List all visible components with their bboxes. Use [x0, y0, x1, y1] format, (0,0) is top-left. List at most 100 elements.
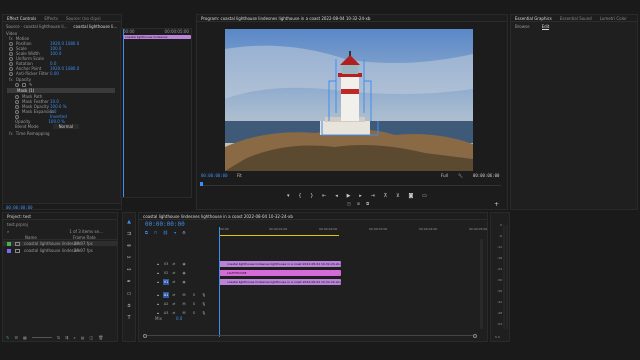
stopwatch-icon[interactable]	[15, 94, 19, 99]
search-icon[interactable]: ⌕	[7, 229, 9, 234]
toggle-output-icon[interactable]: ◉	[181, 279, 187, 285]
track-select-tool-icon[interactable]: ⇉	[127, 231, 131, 237]
add-marker-icon[interactable]: ▾	[287, 193, 290, 199]
extract-icon[interactable]: ⊻	[396, 193, 400, 199]
sync-lock-icon[interactable]: ⇄	[171, 301, 177, 307]
camera-icon[interactable]: ◘	[366, 201, 369, 207]
stopwatch-icon[interactable]	[9, 51, 13, 56]
property-value[interactable]: 0.00	[50, 71, 59, 76]
hand-tool-icon[interactable]: ✋︎	[128, 303, 131, 309]
mask-row[interactable]: Mask (1)	[7, 88, 115, 93]
project-item[interactable]: coastal lighthouse lindesnes 29.97 fps	[3, 248, 117, 253]
work-area-bar[interactable]	[219, 235, 339, 236]
pen-mask-icon[interactable]: ✎	[29, 82, 32, 87]
mini-clip-bar[interactable]: coastal lighthouse lindesnes	[123, 35, 191, 39]
stopwatch-icon[interactable]	[15, 114, 19, 119]
microphone-icon[interactable]: 🎙︎	[201, 292, 207, 298]
track-label[interactable]: V3	[163, 261, 169, 267]
video-clip[interactable]: coastal lighthouse lindesnes lighthouse …	[219, 279, 341, 285]
sync-lock-icon[interactable]: ⇄	[171, 279, 177, 285]
solo-icon[interactable]: S	[191, 292, 197, 298]
pen-tool-icon[interactable]: ✒	[127, 279, 131, 285]
sync-lock-icon[interactable]: ⇄	[171, 270, 177, 276]
add-marker-timeline-icon[interactable]: ▾	[174, 230, 176, 235]
lift-icon[interactable]: ⊼	[384, 193, 388, 199]
stopwatch-icon[interactable]	[9, 66, 13, 71]
tab-project[interactable]: Project: test	[7, 214, 31, 219]
sync-lock-icon[interactable]: ⇄	[171, 261, 177, 267]
effect-controls-timecode[interactable]: 00:00:00:00	[6, 205, 33, 210]
timeline-sequence-tab[interactable]: coastal lighthouse lindesnes lighthouse …	[143, 214, 293, 219]
solo-labels[interactable]: S S	[495, 335, 500, 339]
razor-tool-icon[interactable]: ✂	[127, 255, 131, 261]
step-forward-icon[interactable]: ▸	[359, 193, 362, 199]
timeline-timecode[interactable]: 00:00:00:00	[145, 221, 185, 228]
lock-track-icon[interactable]: 🔒︎	[155, 261, 161, 267]
stopwatch-icon[interactable]	[9, 61, 13, 66]
track-label[interactable]: A2	[163, 301, 169, 307]
video-clip[interactable]: coastal lighthouse lindesnes lighthouse …	[219, 261, 341, 267]
quality-select[interactable]: Full	[441, 173, 448, 178]
wrench-icon[interactable]: 🔧︎	[458, 173, 463, 178]
list-view-icon[interactable]: ☰	[14, 335, 18, 340]
new-item-icon[interactable]: ◫	[89, 335, 93, 340]
pencil-icon[interactable]: ✎	[6, 335, 9, 340]
timeline-playhead[interactable]	[219, 227, 220, 337]
stopwatch-icon[interactable]	[15, 109, 19, 114]
stopwatch-icon[interactable]	[9, 71, 13, 76]
tab-effects[interactable]: Effects	[44, 16, 58, 21]
find-icon[interactable]: ⌕	[73, 335, 75, 340]
vr-video-icon[interactable]: ◳	[347, 201, 351, 207]
lock-track-icon[interactable]: 🔒︎	[155, 279, 161, 285]
fit-select[interactable]: Fit	[237, 173, 242, 178]
lock-track-icon[interactable]: 🔒︎	[155, 292, 161, 298]
microphone-icon[interactable]: 🎙︎	[201, 310, 207, 316]
sort-icon[interactable]: ⇅	[57, 335, 60, 340]
track-label[interactable]: V1	[163, 279, 169, 285]
title-clip[interactable]: LIGHTHOUSE	[219, 270, 341, 276]
mark-out-icon[interactable]: }	[310, 193, 313, 199]
track-label[interactable]: V2	[163, 270, 169, 276]
microphone-icon[interactable]: 🎙︎	[201, 301, 207, 307]
stopwatch-icon[interactable]	[9, 56, 13, 61]
selection-tool-icon[interactable]: ▲	[127, 219, 131, 225]
mix-value[interactable]: 0.0	[176, 316, 182, 321]
safe-margins-icon[interactable]: ⊞	[357, 201, 360, 207]
tab-lumetri-color[interactable]: Lumetri Color	[600, 16, 627, 21]
new-bin-icon[interactable]: ▤	[81, 335, 85, 340]
tab-essential-graphics[interactable]: Essential Graphics	[515, 16, 552, 21]
timeline-scroll[interactable]	[143, 333, 477, 338]
ripple-edit-tool-icon[interactable]: ⇹	[127, 243, 131, 249]
tab-source[interactable]: Source: (no clips)	[66, 16, 101, 21]
program-video-frame[interactable]	[225, 29, 473, 171]
solo-icon[interactable]: S	[191, 310, 197, 316]
toggle-output-icon[interactable]: ◉	[181, 270, 187, 276]
go-to-in-icon[interactable]: ⇤	[322, 193, 326, 199]
time-remap-row[interactable]: fx Time Remapping	[3, 131, 121, 136]
lock-track-icon[interactable]: 🔒︎	[155, 270, 161, 276]
rectangle-tool-icon[interactable]: ▭	[127, 291, 132, 297]
track-label[interactable]: A1	[163, 292, 169, 298]
go-to-out-icon[interactable]: ⇥	[371, 193, 375, 199]
toggle-output-icon[interactable]: ◉	[181, 261, 187, 267]
tab-browse[interactable]: Browse	[515, 24, 530, 29]
stopwatch-icon[interactable]	[9, 41, 13, 46]
play-icon[interactable]: ▶	[347, 193, 351, 199]
snap-icon[interactable]: ⊓	[154, 230, 157, 235]
program-playhead[interactable]	[200, 182, 203, 186]
add-button-icon[interactable]: +	[494, 201, 499, 208]
stopwatch-icon[interactable]	[15, 104, 19, 109]
trash-icon[interactable]: 🗑︎	[98, 335, 103, 340]
mini-playhead[interactable]	[123, 29, 124, 197]
column-fps-header[interactable]: Frame Rate	[73, 235, 96, 240]
mute-icon[interactable]: M	[181, 301, 187, 307]
export-frame-icon[interactable]: ◙	[409, 193, 414, 199]
sync-lock-icon[interactable]: ⇄	[171, 292, 177, 298]
column-name-header[interactable]: Name	[25, 235, 37, 240]
tab-effect-controls[interactable]: Effect Controls	[7, 16, 36, 21]
step-back-icon[interactable]: ◂	[335, 193, 338, 199]
rectangle-mask-icon[interactable]	[22, 82, 26, 87]
slip-tool-icon[interactable]: ↔	[127, 267, 131, 273]
ellipse-mask-icon[interactable]	[15, 82, 19, 87]
timeline-vertical-scrollbar[interactable]	[480, 239, 483, 329]
